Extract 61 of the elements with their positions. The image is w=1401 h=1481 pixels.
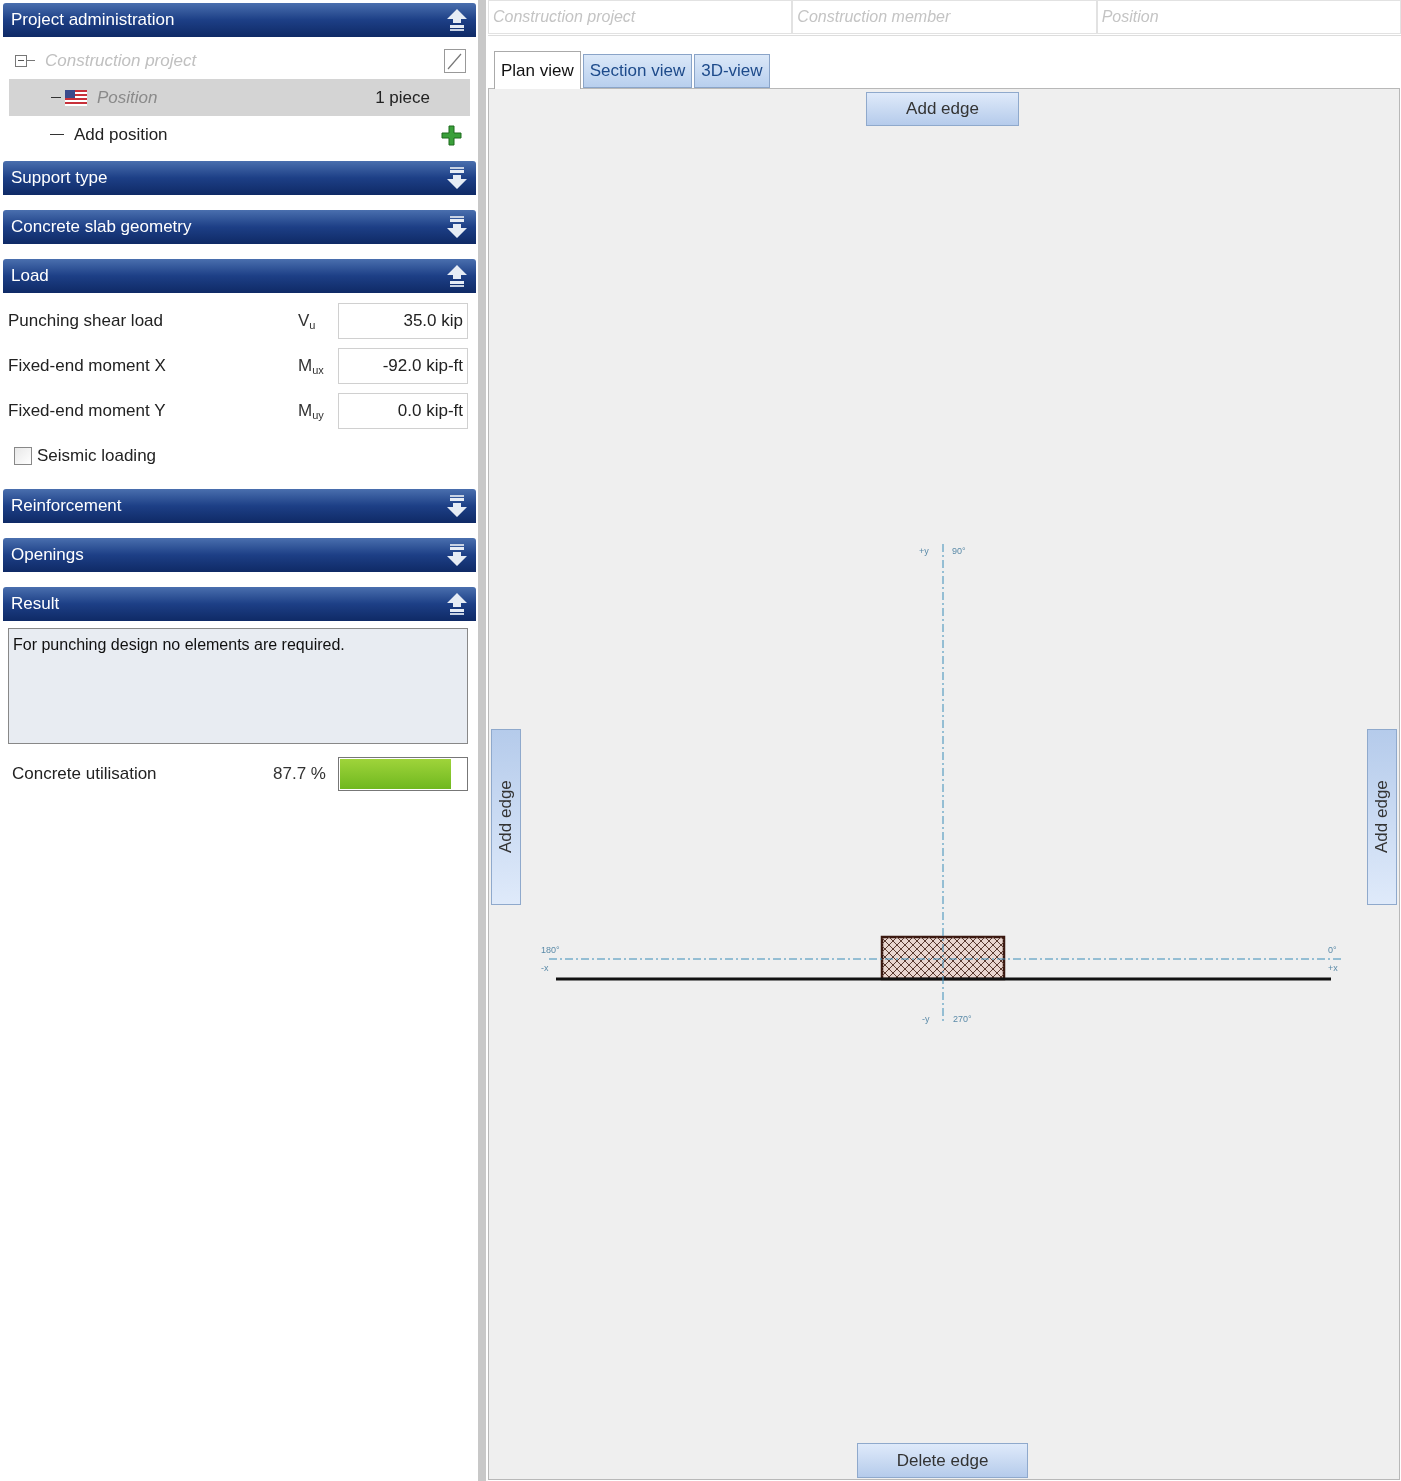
collapse-arrow-icon[interactable]: [446, 264, 468, 288]
symbol-label: M$_{uy}$: [298, 399, 325, 423]
add-icon[interactable]: [440, 123, 462, 146]
result-message: For punching design no elements are required.: [8, 628, 468, 744]
axis-label: -x: [541, 963, 549, 973]
position-label: Position: [97, 86, 159, 109]
header-field[interactable]: Construction project: [488, 0, 793, 34]
checkbox-label: Seismic loading: [37, 445, 157, 468]
axis-label: 90°: [952, 546, 966, 556]
tree-row[interactable]: Position 1 piece: [9, 79, 470, 116]
axis-label: 180°: [541, 945, 560, 955]
add-edge-button[interactable]: Add edge: [491, 729, 521, 905]
delete-edge-button[interactable]: Delete edge: [857, 1443, 1028, 1478]
symbol-label: M$_{ux}$: [298, 354, 325, 378]
axis-label: 0°: [1328, 945, 1337, 955]
section-title: Concrete slab geometry: [11, 216, 192, 239]
field-label: Punching shear load: [8, 309, 164, 332]
expand-arrow-icon[interactable]: [446, 494, 468, 518]
field-label: Fixed-end moment X: [8, 354, 167, 377]
expand-arrow-icon[interactable]: [446, 215, 468, 239]
add-edge-button[interactable]: Add edge: [866, 92, 1019, 126]
utilisation-label: Concrete utilisation: [12, 763, 158, 786]
add-edge-button[interactable]: Add edge: [1367, 729, 1397, 905]
section-title: Result: [11, 593, 60, 616]
axis-label: -y: [922, 1014, 930, 1024]
tree-toggle-icon[interactable]: [15, 54, 27, 67]
section-title: Project administration: [11, 9, 175, 32]
header-field[interactable]: Position: [1096, 0, 1401, 34]
flag-icon: [65, 89, 87, 106]
expand-arrow-icon[interactable]: [446, 543, 468, 567]
axis-label: +x: [1328, 963, 1338, 973]
piece-count: 1 piece: [375, 86, 430, 109]
collapse-arrow-icon[interactable]: [446, 592, 468, 616]
view-tab[interactable]: Section view: [582, 54, 693, 88]
add-position-link[interactable]: Add position: [74, 121, 440, 148]
view-tab[interactable]: Plan view: [494, 51, 581, 89]
collapse-arrow-icon[interactable]: [446, 8, 468, 32]
section-header[interactable]: Support type: [3, 161, 476, 195]
value-field[interactable]: 35.0 kip: [338, 302, 468, 339]
section-header[interactable]: Reinforcement: [3, 489, 476, 523]
value-field[interactable]: 0.0 kip-ft: [338, 392, 468, 429]
section-header[interactable]: Load: [3, 259, 476, 293]
axis-label: +y: [919, 546, 929, 556]
section-title: Reinforcement: [11, 495, 122, 518]
field-label: Fixed-end moment Y: [8, 399, 167, 422]
view-tab[interactable]: 3D-view: [694, 54, 770, 88]
section-header[interactable]: Result: [3, 587, 476, 621]
header-field[interactable]: Construction member: [792, 0, 1097, 34]
edit-icon[interactable]: [444, 48, 466, 73]
section-title: Load: [11, 265, 49, 288]
section-title: Support type: [11, 167, 108, 190]
section-header[interactable]: Concrete slab geometry: [3, 210, 476, 244]
section-header[interactable]: Project administration: [3, 3, 476, 37]
section-header[interactable]: Openings: [3, 538, 476, 572]
checkbox[interactable]: [14, 447, 32, 465]
symbol-label: V$_{u}$: [298, 309, 317, 333]
expand-arrow-icon[interactable]: [446, 166, 468, 190]
section-title: Openings: [11, 544, 84, 567]
axis-label: 270°: [953, 1014, 972, 1024]
value-field[interactable]: -92.0 kip-ft: [338, 347, 468, 384]
utilisation-reading: 87.7 %: [273, 763, 326, 786]
